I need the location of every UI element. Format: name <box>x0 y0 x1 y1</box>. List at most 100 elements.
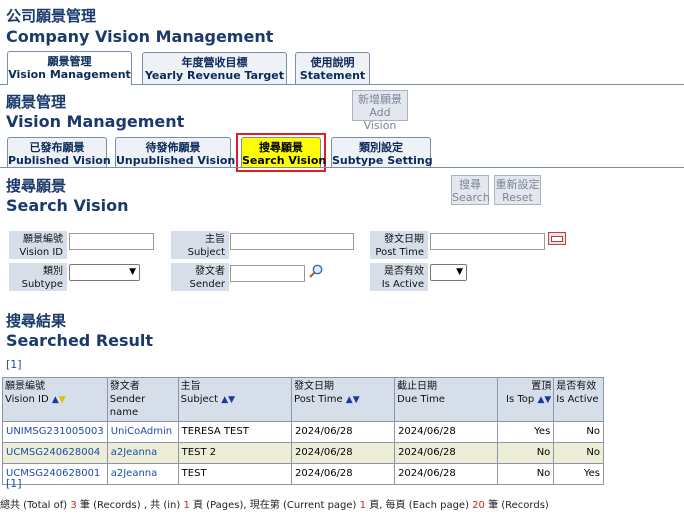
tab-label-zh: 願景管理 <box>47 55 92 68</box>
is-active-select[interactable]: ▼ <box>430 264 467 281</box>
sort-icon: ▲▼ <box>345 395 360 405</box>
results-table: 願景編號 Vision ID ▲▼ 發文者 Sender name 主旨 Subjec… <box>2 377 604 485</box>
label-en: Vision ID <box>19 247 63 258</box>
tab-subtype-setting[interactable]: 類別設定 Subtype Setting <box>331 137 433 167</box>
cell-is-top: No <box>497 442 555 464</box>
table-row: UNIMSG231005003 UniCoAdmin TERESA TEST 2… <box>2 421 604 443</box>
sender-input[interactable] <box>230 265 305 282</box>
chevron-down-icon: ▼ <box>129 267 136 277</box>
tab-label-zh: 類別設定 <box>359 141 403 154</box>
pager-top[interactable]: [1] <box>6 358 22 371</box>
col-label-en: Is Top <box>506 394 535 405</box>
reset-button[interactable]: 重新設定 Reset <box>494 175 541 205</box>
post-time-label: 發文日期 Post Time <box>370 231 428 259</box>
col-label-zh: 願景編號 <box>5 381 45 392</box>
col-label-en: Sender name <box>109 394 146 418</box>
search-button[interactable]: 搜尋 Search <box>451 175 490 205</box>
results-title-en: Searched Result <box>6 331 154 350</box>
sort-icon: ▲▼ <box>537 395 552 405</box>
cell-is-active: No <box>553 442 604 464</box>
cell-sender[interactable]: UniCoAdmin <box>106 421 179 443</box>
subtype-label: 類別 Subtype <box>9 263 67 291</box>
calendar-icon[interactable] <box>548 232 566 245</box>
cell-subject: TEST 2 <box>177 442 293 464</box>
vision-id-label: 願景編號 Vision ID <box>9 231 67 259</box>
summary-text: 總共 (Total of) <box>0 500 71 511</box>
col-label-en: Due Time <box>397 394 445 405</box>
sort-asc-icon: ▲ <box>51 395 59 405</box>
col-label-zh: 主旨 <box>180 381 201 392</box>
search-title-en: Search Vision <box>6 196 129 215</box>
tab-vision-management[interactable]: 願景管理 Vision Management <box>7 51 132 85</box>
col-post-time[interactable]: 發文日期 Post Time ▲▼ <box>291 377 396 422</box>
col-is-top[interactable]: 置頂 Is Top ▲▼ <box>497 377 555 422</box>
tab-label-en: Search Vision <box>242 154 327 167</box>
tab-label-en: Published Vision <box>8 154 111 167</box>
subject-input[interactable] <box>230 233 354 250</box>
tab-published-vision[interactable]: 已發布願景 Published Vision <box>7 137 111 167</box>
col-label-zh: 發文者 <box>109 381 140 392</box>
label-en: Sender <box>189 279 225 290</box>
summary-text: 筆 (Records) , 共 (in) <box>76 500 184 511</box>
table-row: UCMSG240628001 a2Jeanna TEST 2024/06/28 … <box>2 463 604 485</box>
tab-label-zh: 已發布願景 <box>29 141 85 154</box>
subtab-baseline <box>0 167 684 168</box>
label-zh: 是否有效 <box>384 266 424 277</box>
tab-unpublished-vision[interactable]: 待發佈願景 Unpublished Vision <box>115 137 236 167</box>
label-zh: 主旨 <box>205 234 225 245</box>
cell-is-top: Yes <box>497 421 555 443</box>
col-label-en: Subject <box>180 394 219 405</box>
sort-icon: ▲▼ <box>221 395 236 405</box>
label-en: Subject <box>187 247 225 258</box>
col-subject[interactable]: 主旨 Subject ▲▼ <box>177 377 293 422</box>
summary-text: 頁 (Pages), 現在第 (Current page) <box>189 500 360 511</box>
label-en: Subtype <box>21 279 63 290</box>
button-label-zh: 搜尋 <box>459 178 481 191</box>
col-label-zh: 是否有效 <box>556 381 597 392</box>
cell-subject: TEST <box>177 463 293 485</box>
cell-vision-id[interactable]: UCMSG240628004 <box>2 442 108 464</box>
tab-baseline <box>132 84 684 85</box>
col-label-zh: 截止日期 <box>397 381 438 392</box>
col-sender: 發文者 Sender name <box>106 377 179 422</box>
col-label-zh: 置頂 <box>531 381 552 392</box>
tab-label-zh: 使用說明 <box>310 56 355 69</box>
page-size: 20 <box>472 500 485 511</box>
col-vision-id[interactable]: 願景編號 Vision ID ▲▼ <box>2 377 108 422</box>
results-summary: 總共 (Total of) 3 筆 (Records) , 共 (in) 1 頁… <box>0 496 549 511</box>
cell-post-time: 2024/06/28 <box>291 442 396 464</box>
search-icon[interactable] <box>308 263 324 279</box>
summary-text: 頁, 每頁 (Each page) <box>366 500 473 511</box>
table-row: UCMSG240628004 a2Jeanna TEST 2 2024/06/2… <box>2 442 604 464</box>
results-title-zh: 搜尋結果 <box>6 312 67 330</box>
label-zh: 發文日期 <box>384 234 424 245</box>
pager-bottom[interactable]: [1] <box>6 477 22 490</box>
cell-vision-id[interactable]: UNIMSG231005003 <box>2 421 108 443</box>
tab-label-zh: 搜尋願景 <box>259 141 303 154</box>
post-time-input[interactable] <box>430 233 545 250</box>
sort-desc-icon: ▼ <box>58 395 66 405</box>
is-active-label: 是否有效 Is Active <box>370 263 428 291</box>
tab-search-vision[interactable]: 搜尋願景 Search Vision <box>241 137 327 167</box>
cell-sender[interactable]: a2Jeanna <box>106 463 179 485</box>
button-label-zh: 新增願景 <box>358 93 402 106</box>
tab-label-en: Unpublished Vision <box>116 154 236 167</box>
tab-label-en: Vision Management <box>8 68 131 81</box>
cell-due-time: 2024/06/28 <box>394 442 499 464</box>
tab-statement[interactable]: 使用說明 Statement <box>295 52 370 85</box>
tab-label-zh: 待發佈願景 <box>145 141 201 154</box>
label-zh: 願景編號 <box>23 234 63 245</box>
label-zh: 類別 <box>43 266 63 277</box>
tab-yearly-revenue[interactable]: 年度營收目標 Yearly Revenue Target <box>142 52 287 85</box>
label-en: Post Time <box>375 247 424 258</box>
col-label-en: Vision ID <box>5 394 49 405</box>
vision-id-input[interactable] <box>69 233 154 250</box>
subtype-select[interactable]: ▼ <box>69 264 140 281</box>
subject-label: 主旨 Subject <box>171 231 229 259</box>
col-label-en: Is Active <box>556 394 599 405</box>
summary-text: 筆 (Records) <box>484 500 549 511</box>
cell-sender[interactable]: a2Jeanna <box>106 442 179 464</box>
button-label-en: Search <box>452 191 490 204</box>
add-vision-button[interactable]: 新增願景 Add Vision <box>352 90 408 132</box>
section-title-en: Vision Management <box>6 112 185 131</box>
